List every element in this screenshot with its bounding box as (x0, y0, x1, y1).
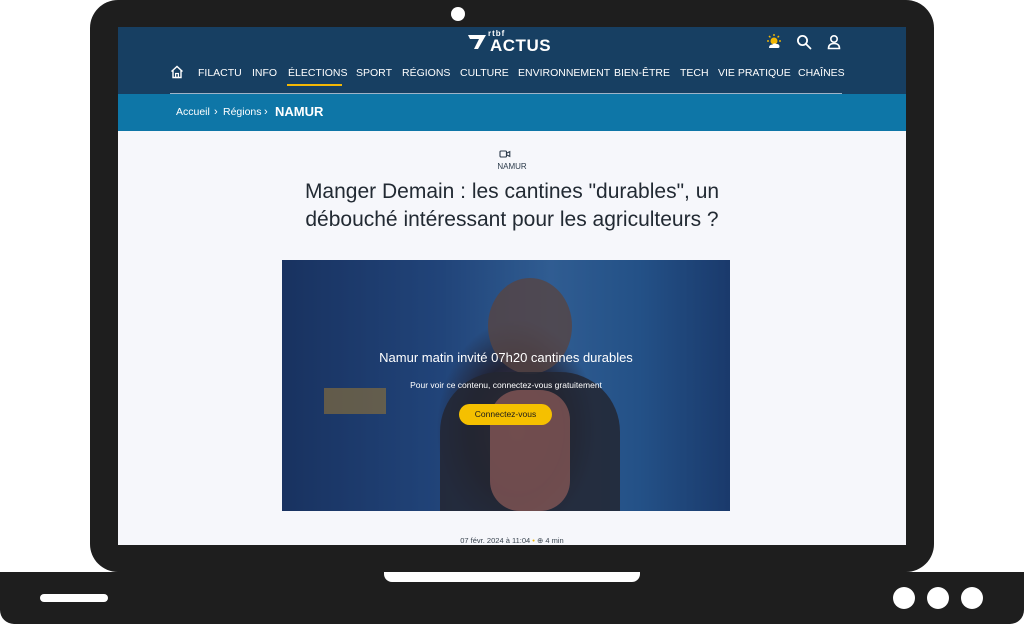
laptop-dot (961, 587, 983, 609)
nav-item-regions[interactable]: RÉGIONS (402, 67, 450, 79)
laptop-notch (384, 572, 640, 582)
laptop-dot (893, 587, 915, 609)
user-icon[interactable] (825, 33, 843, 51)
article-date: 07 févr. 2024 à 11:04 (460, 536, 531, 545)
article-section-tag[interactable]: NAMUR (118, 162, 906, 171)
nav-item-environnement[interactable]: ENVIRONNEMENT (518, 67, 610, 79)
breadcrumb-current: NAMUR (275, 104, 324, 119)
laptop-dot (927, 587, 949, 609)
chevron-right-icon: › (214, 106, 218, 118)
nav-item-vie-pratique[interactable]: VIE PRATIQUE (718, 67, 791, 79)
home-icon[interactable] (170, 65, 184, 79)
article-read-time: 4 min (545, 536, 564, 545)
connect-button[interactable]: Connectez-vous (459, 404, 552, 425)
rtbf-actus-logo[interactable]: rtbf ACTUS (466, 29, 551, 55)
nav-item-elections[interactable]: ÉLECTIONS (288, 67, 348, 79)
chevron-right-icon: › (264, 106, 268, 118)
logo-mark-icon (468, 35, 486, 49)
nav-item-sport[interactable]: SPORT (356, 67, 392, 79)
nav-active-indicator (287, 84, 342, 86)
nav-item-filactu[interactable]: FILACTU (198, 67, 242, 79)
search-icon[interactable] (795, 33, 813, 51)
breadcrumb: Accueil › Régions › NAMUR (118, 94, 906, 131)
site-header: rtbf ACTUS FILACTU INFO ÉLECTIONS SPORT … (118, 27, 906, 94)
breadcrumb-home[interactable]: Accueil (176, 106, 210, 118)
article-title: Manger Demain : les cantines "durables",… (304, 180, 720, 231)
video-login-prompt: Pour voir ce contenu, connectez-vous gra… (410, 380, 602, 390)
main-nav: FILACTU INFO ÉLECTIONS SPORT RÉGIONS CUL… (170, 65, 845, 93)
meta-separator: • (532, 536, 535, 545)
logo-actus-text: ACTUS (490, 36, 552, 55)
article-meta: 07 févr. 2024 à 11:04 • ⊕ 4 min (118, 536, 906, 545)
video-player[interactable]: Namur matin invité 07h20 cantines durabl… (282, 260, 730, 511)
nav-item-tech[interactable]: TECH (680, 67, 709, 79)
laptop-slot (40, 594, 108, 602)
camera-dot (451, 7, 465, 21)
nav-item-bien-etre[interactable]: BIEN-ÊTRE (614, 67, 670, 79)
breadcrumb-regions[interactable]: Régions (223, 106, 262, 118)
browser-screen: rtbf ACTUS FILACTU INFO ÉLECTIONS SPORT … (118, 27, 906, 545)
nav-item-info[interactable]: INFO (252, 67, 277, 79)
nav-item-culture[interactable]: CULTURE (460, 67, 509, 79)
video-camera-icon (499, 150, 511, 158)
clock-icon: ⊕ (537, 536, 544, 545)
nav-item-chaines[interactable]: CHAÎNES (798, 67, 845, 79)
video-title: Namur matin invité 07h20 cantines durabl… (379, 350, 633, 365)
weather-icon[interactable] (765, 33, 783, 51)
